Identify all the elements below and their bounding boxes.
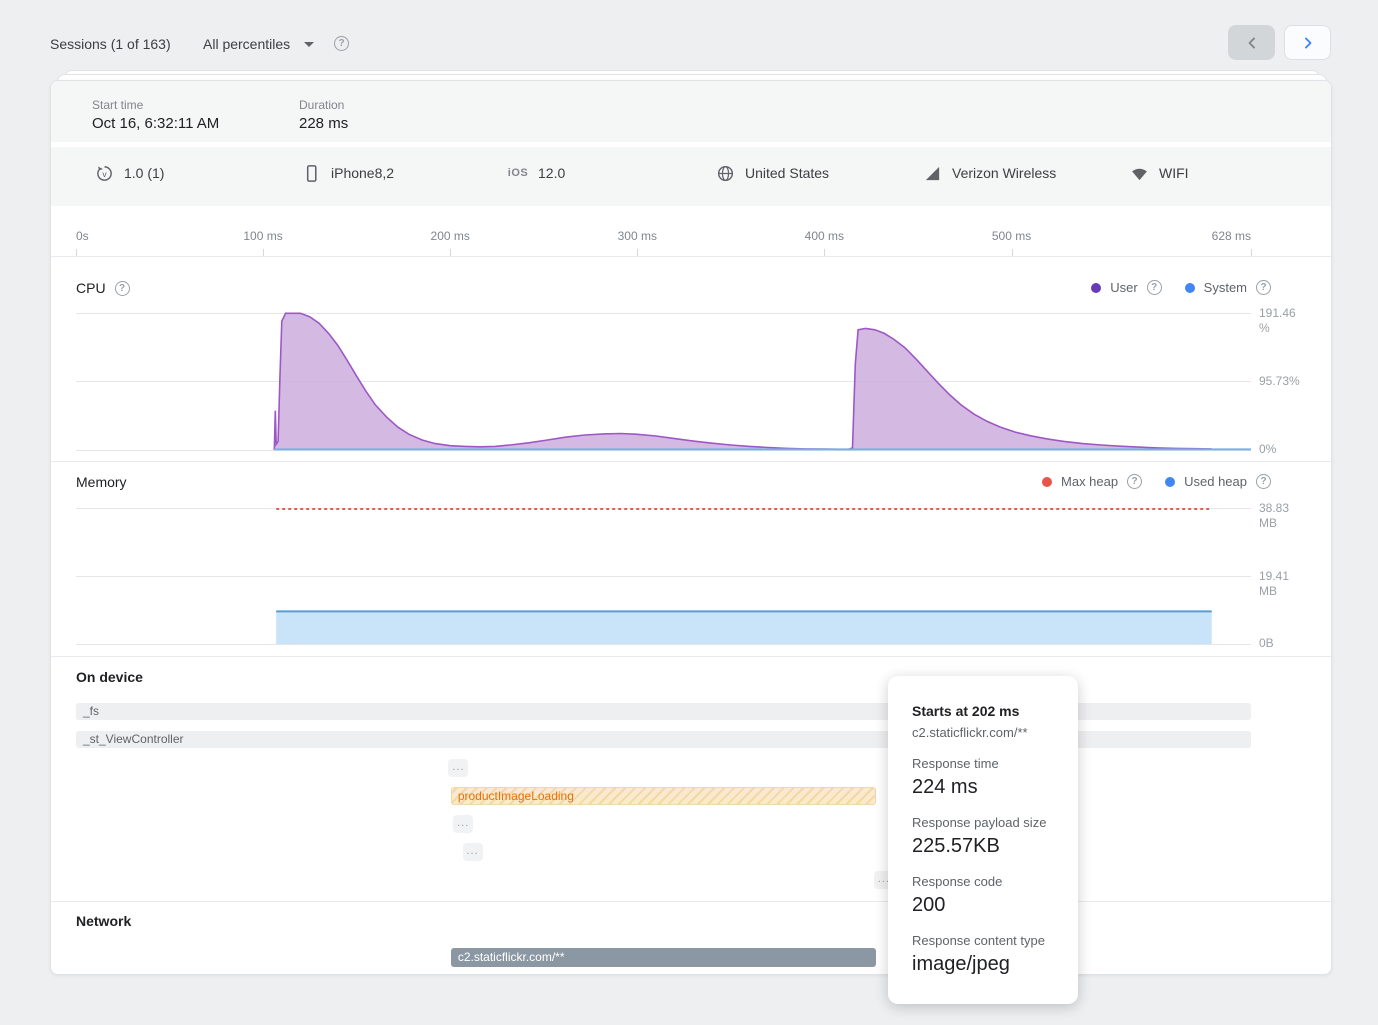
next-session-button[interactable]	[1284, 25, 1331, 60]
section-divider	[51, 656, 1331, 657]
memory-used-heap-area	[276, 611, 1212, 644]
carrier-item: Verizon Wireless	[922, 163, 1056, 183]
device-model-item: iPhone8,2	[301, 163, 394, 183]
start-time-label: Start time	[92, 98, 143, 112]
section-divider	[51, 461, 1331, 462]
trace-bar-productimageloading[interactable]: productImageLoading	[451, 787, 876, 805]
response-content-type-label: Response content type	[912, 933, 1054, 948]
collapsed-traces-button[interactable]: ...	[463, 843, 483, 861]
connection-value: WIFI	[1159, 165, 1189, 181]
on-device-section-title: On device	[76, 669, 143, 685]
network-section-title: Network	[76, 913, 131, 929]
sessions-count-label: Sessions (1 of 163)	[50, 36, 171, 52]
collapsed-traces-button[interactable]: ...	[453, 815, 473, 833]
timeline-tick-mark	[824, 249, 825, 256]
timeline-tick-mark	[450, 249, 451, 256]
help-icon[interactable]	[115, 281, 130, 296]
used-heap-legend-label: Used heap	[1184, 474, 1247, 489]
duration-label: Duration	[299, 98, 344, 112]
globe-icon	[715, 163, 735, 183]
response-code-value: 200	[912, 894, 1054, 917]
chevron-right-icon	[1298, 33, 1318, 53]
timeline-tick-mark	[76, 249, 77, 256]
timeline-tick-mark	[263, 249, 264, 256]
help-icon[interactable]	[334, 36, 349, 51]
tooltip-url: c2.staticflickr.com/**	[912, 725, 1054, 740]
response-time-label: Response time	[912, 756, 1054, 771]
app-version-item: v 1.0 (1)	[94, 163, 164, 183]
timeline-tick-label: 500 ms	[992, 229, 1031, 243]
timeline-tick-label: 100 ms	[243, 229, 282, 243]
cpu-usage-chart[interactable]	[76, 313, 1251, 451]
help-icon[interactable]	[1256, 474, 1271, 489]
help-icon[interactable]	[1127, 474, 1142, 489]
start-time-value: Oct 16, 6:32:11 AM	[92, 115, 219, 132]
carrier-value: Verizon Wireless	[952, 165, 1056, 181]
user-legend-label: User	[1110, 280, 1137, 295]
response-payload-size-value: 225.57KB	[912, 835, 1054, 858]
device-model-value: iPhone8,2	[331, 165, 394, 181]
chevron-down-icon	[304, 42, 314, 47]
system-legend-dot	[1185, 283, 1195, 293]
percentiles-dropdown-label: All percentiles	[203, 36, 290, 52]
memory-legend: Max heap Used heap	[1042, 474, 1271, 489]
used-heap-legend-dot	[1165, 477, 1175, 487]
connection-item: WIFI	[1129, 163, 1189, 183]
cellular-signal-icon	[922, 163, 942, 183]
timeline-tick-mark	[1251, 249, 1252, 256]
timeline-tick-mark	[1012, 249, 1013, 256]
response-code-label: Response code	[912, 874, 1054, 889]
session-header-band: Start time Oct 16, 6:32:11 AM Duration 2…	[51, 81, 1331, 142]
memory-usage-chart[interactable]	[76, 508, 1251, 645]
country-value: United States	[745, 165, 829, 181]
help-icon[interactable]	[1147, 280, 1162, 295]
timeline-tick-label: 400 ms	[805, 229, 844, 243]
app-version-icon: v	[94, 163, 114, 183]
memory-axis-label-zero: 0B	[1259, 636, 1309, 651]
chevron-left-icon	[1242, 33, 1262, 53]
cpu-user-line	[274, 313, 1211, 450]
response-content-type-value: image/jpeg	[912, 953, 1054, 976]
user-legend-dot	[1091, 283, 1101, 293]
cpu-legend: User System	[1091, 280, 1271, 295]
response-time-value: 224 ms	[912, 776, 1054, 799]
os-version-item: iOS 12.0	[508, 163, 565, 183]
max-heap-legend-dot	[1042, 477, 1052, 487]
country-item: United States	[715, 163, 829, 183]
duration-value: 228 ms	[299, 115, 348, 132]
tooltip-start-time: Starts at 202 ms	[912, 703, 1054, 719]
app-version-value: 1.0 (1)	[124, 165, 164, 181]
timeline-tick-mark	[637, 249, 638, 256]
svg-text:v: v	[102, 168, 107, 178]
trace-bar-c2-staticflickr-com[interactable]: c2.staticflickr.com/**	[451, 948, 876, 967]
session-timeline-axis: 0s 100 ms 200 ms 300 ms 400 ms 500 ms 628 ms	[76, 211, 1251, 256]
cpu-axis-label-max: 191.46 %	[1259, 306, 1309, 336]
cpu-axis-label-mid: 95.73%	[1259, 374, 1309, 389]
help-icon[interactable]	[1256, 280, 1271, 295]
section-divider	[51, 256, 1331, 257]
section-divider	[51, 901, 1331, 902]
cpu-section-title: CPU	[76, 280, 130, 296]
collapsed-traces-button[interactable]: ...	[448, 759, 468, 777]
timeline-tick-label: 628 ms	[1212, 229, 1251, 243]
cpu-user-area	[274, 313, 1211, 450]
cpu-axis-label-zero: 0%	[1259, 442, 1309, 457]
network-request-tooltip: Starts at 202 ms c2.staticflickr.com/** …	[888, 676, 1078, 1004]
session-card: Start time Oct 16, 6:32:11 AM Duration 2…	[50, 80, 1332, 975]
wifi-icon	[1129, 163, 1149, 183]
timeline-tick-label: 0s	[76, 229, 89, 243]
os-version-value: 12.0	[538, 165, 565, 181]
previous-session-button[interactable]	[1228, 25, 1275, 60]
max-heap-legend-label: Max heap	[1061, 474, 1118, 489]
memory-axis-label-mid: 19.41 MB	[1259, 569, 1309, 599]
ios-icon: iOS	[508, 163, 528, 183]
memory-axis-label-max: 38.83 MB	[1259, 501, 1309, 531]
timeline-tick-label: 200 ms	[431, 229, 470, 243]
timeline-tick-label: 300 ms	[618, 229, 657, 243]
system-legend-label: System	[1204, 280, 1247, 295]
memory-section-title: Memory	[76, 474, 127, 490]
phone-icon	[301, 163, 321, 183]
response-payload-size-label: Response payload size	[912, 815, 1054, 830]
percentiles-dropdown[interactable]: All percentiles	[203, 36, 314, 52]
